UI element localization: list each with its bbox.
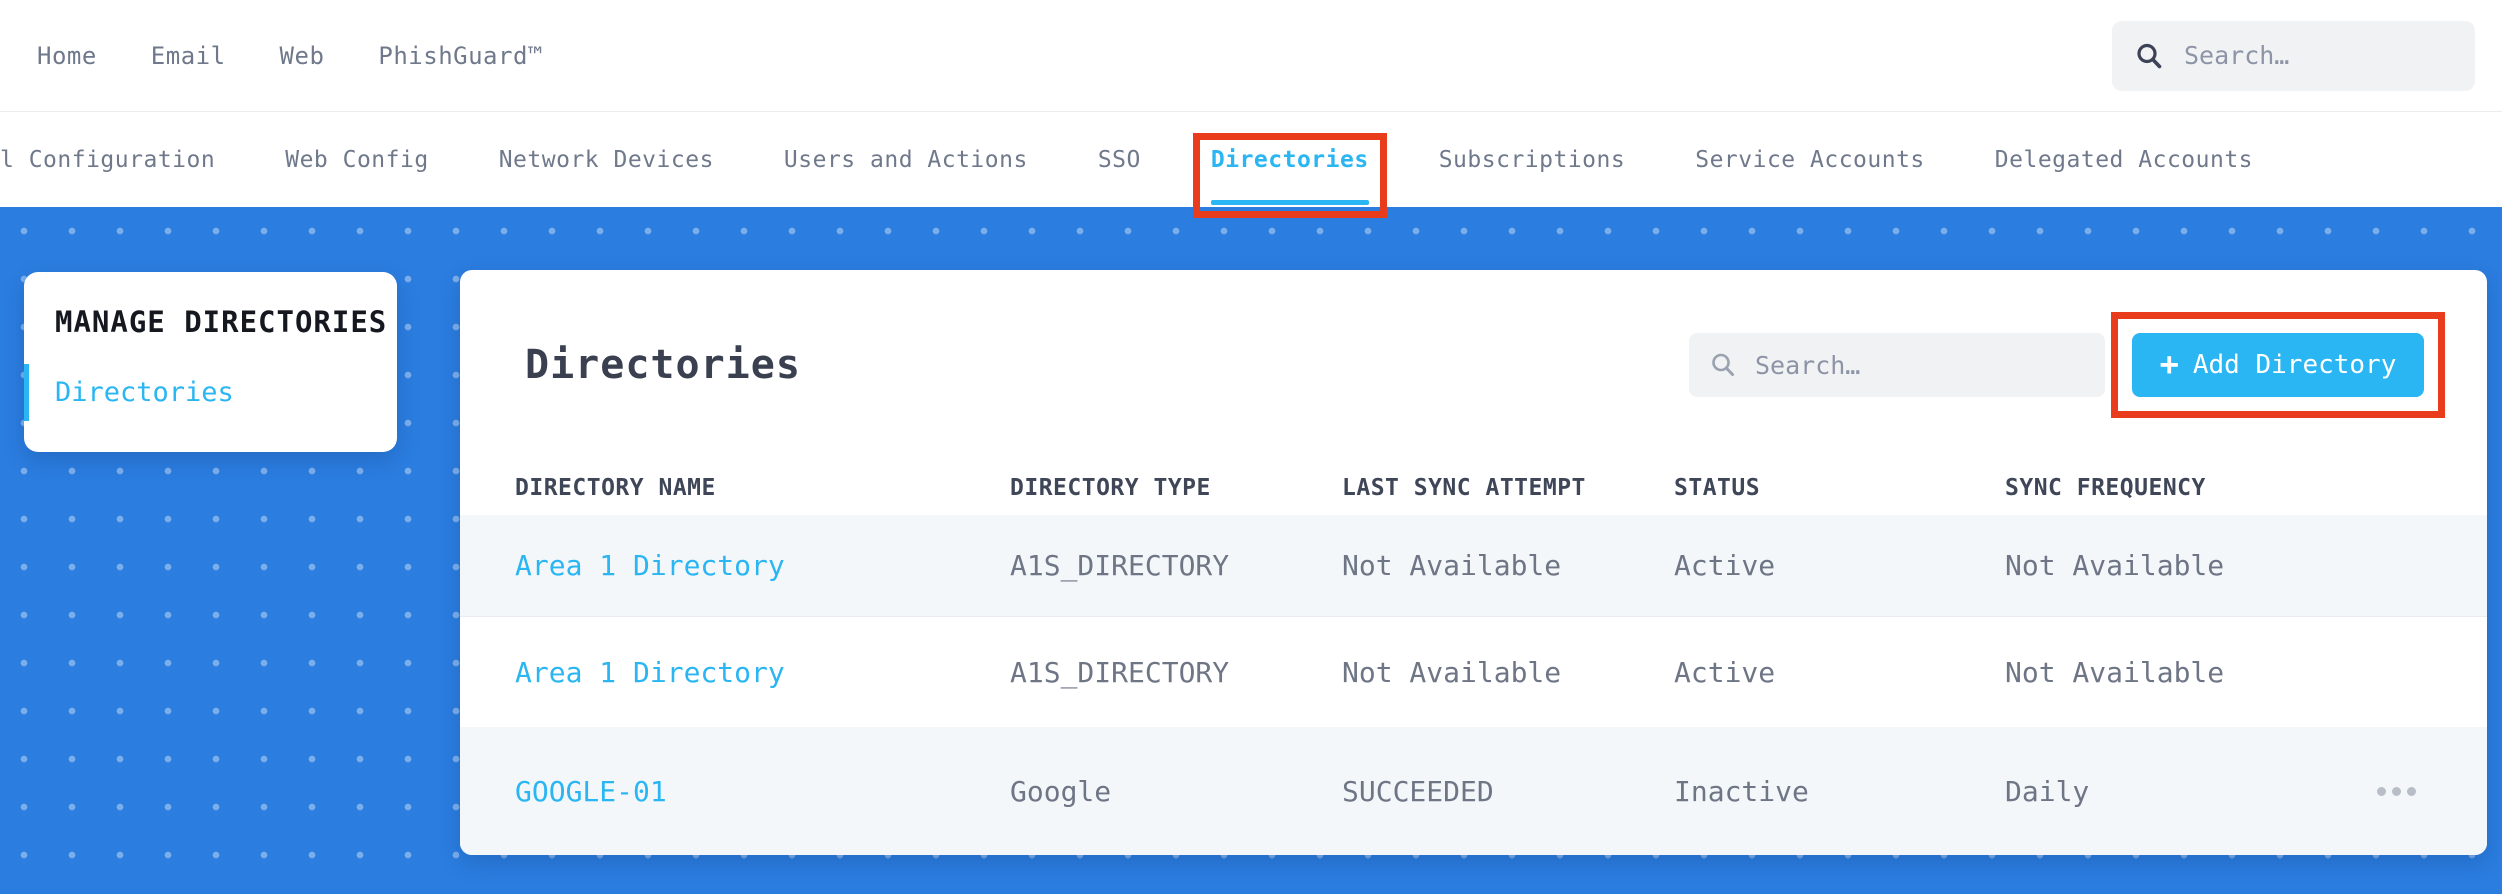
nav-item-home[interactable]: Home (37, 42, 97, 70)
settings-tab-bar: l Configuration Web Config Network Devic… (0, 112, 2502, 218)
primary-nav: Home Email Web PhishGuard™ (37, 42, 543, 70)
directory-type-cell: A1S_DIRECTORY (1010, 655, 1230, 689)
sidebar-item-directories[interactable]: Directories (24, 364, 397, 421)
tab-label: Subscriptions (1438, 146, 1626, 173)
tab-label: Delegated Accounts (1994, 146, 2254, 173)
content-area: MANAGE DIRECTORIES Directories Directori… (0, 207, 2502, 894)
tab-web-config[interactable]: Web Config (285, 112, 428, 207)
tab-subscriptions[interactable]: Subscriptions (1439, 112, 1626, 207)
tab-directories[interactable]: Directories (1192, 112, 1387, 218)
column-header-directory-name: DIRECTORY NAME (515, 474, 716, 501)
last-sync-cell: Not Available (1342, 549, 1562, 582)
status-cell: Active (1674, 549, 1776, 582)
manage-directories-card: MANAGE DIRECTORIES Directories (24, 272, 397, 452)
column-header-directory-type: DIRECTORY TYPE (1010, 474, 1211, 501)
sync-frequency-cell: Daily (2005, 774, 2090, 808)
tab-configuration[interactable]: l Configuration (0, 112, 215, 207)
directory-link[interactable]: Area 1 Directory (515, 656, 1010, 689)
tab-label: Directories (1210, 146, 1369, 173)
directories-search-input[interactable] (1755, 350, 2085, 380)
directory-type-cell: A1S_DIRECTORY (1010, 549, 1230, 582)
panel-header: Directories + Add Directory (460, 270, 2487, 460)
sidebar-heading: MANAGE DIRECTORIES (55, 305, 388, 339)
column-header-last-sync: LAST SYNC ATTEMPT (1342, 474, 1586, 501)
tab-label: Service Accounts (1695, 146, 1925, 173)
table-row: Area 1 Directory A1S_DIRECTORY Not Avail… (460, 617, 2487, 727)
tab-label: SSO (1097, 146, 1141, 173)
tab-delegated-accounts[interactable]: Delegated Accounts (1995, 112, 2253, 207)
table-header-row: DIRECTORY NAME DIRECTORY TYPE LAST SYNC … (460, 460, 2487, 515)
nav-item-phishguard[interactable]: PhishGuard™ (378, 42, 542, 70)
tab-users-and-actions[interactable]: Users and Actions (784, 112, 1028, 207)
tab-label: l Configuration (0, 146, 216, 173)
last-sync-cell: SUCCEEDED (1342, 774, 1494, 808)
directory-link[interactable]: Area 1 Directory (515, 549, 1010, 582)
nav-item-email[interactable]: Email (151, 42, 226, 70)
add-directory-button[interactable]: + Add Directory (2132, 333, 2424, 397)
app-window: Home Email Web PhishGuard™ l Configurati… (0, 0, 2502, 894)
search-icon (1712, 353, 1734, 376)
sync-frequency-cell: Not Available (2005, 655, 2225, 689)
sync-frequency-cell: Not Available (2005, 549, 2225, 582)
page-title: Directories (525, 342, 801, 388)
last-sync-cell: Not Available (1342, 655, 1562, 689)
add-directory-label: Add Directory (2192, 350, 2397, 380)
status-cell: Inactive (1674, 774, 1809, 808)
directories-panel: Directories + Add Directory D (460, 270, 2487, 855)
directory-type-cell: Google (1010, 774, 1112, 808)
active-tab-underline (1210, 200, 1369, 205)
sidebar-item-label: Directories (55, 377, 234, 408)
tab-label: Users and Actions (783, 146, 1028, 173)
directories-search-box[interactable] (1689, 333, 2105, 397)
global-search-box[interactable] (2112, 20, 2475, 91)
global-search-input[interactable] (2184, 41, 2453, 70)
tab-network-devices[interactable]: Network Devices (499, 112, 714, 207)
column-header-status: STATUS (1674, 474, 1761, 501)
column-header-sync-frequency: SYNC FREQUENCY (2005, 474, 2206, 501)
tab-service-accounts[interactable]: Service Accounts (1695, 112, 1925, 207)
status-cell: Active (1674, 655, 1776, 689)
directory-link[interactable]: GOOGLE-01 (515, 775, 1010, 808)
tab-label: Network Devices (498, 146, 714, 173)
table-row: Area 1 Directory A1S_DIRECTORY Not Avail… (460, 515, 2487, 617)
nav-item-web[interactable]: Web (280, 42, 325, 70)
tab-label: Web Config (285, 146, 429, 173)
annotation-box-add-directory: + Add Directory (2111, 312, 2445, 418)
search-icon (2137, 43, 2162, 68)
plus-icon: + (2159, 344, 2179, 383)
top-bar: Home Email Web PhishGuard™ (0, 0, 2502, 112)
tab-sso[interactable]: SSO (1098, 112, 1141, 207)
table-row: GOOGLE-01 Google SUCCEEDED Inactive Dail… (460, 727, 2487, 855)
row-actions-ellipsis-icon[interactable] (2377, 786, 2487, 796)
